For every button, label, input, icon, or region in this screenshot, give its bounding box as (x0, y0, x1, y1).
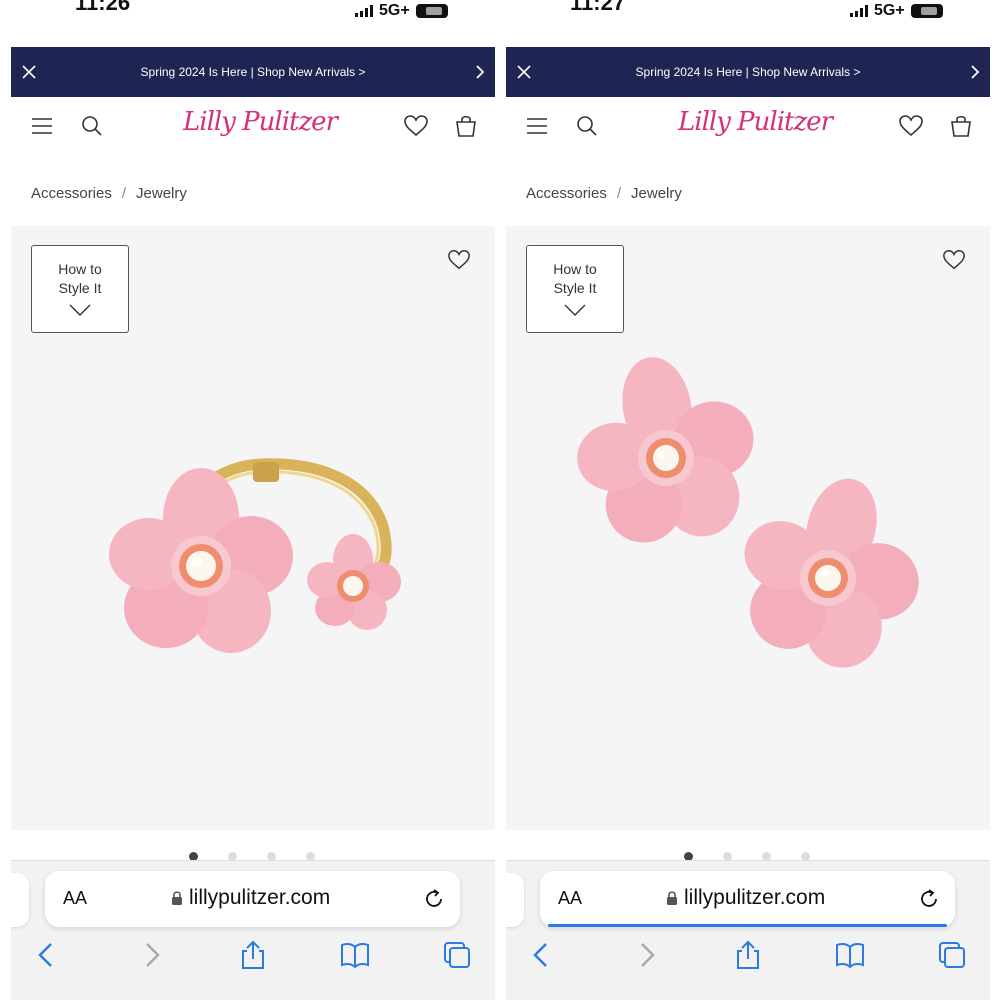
close-icon[interactable] (21, 64, 37, 80)
breadcrumb-jewelry[interactable]: Jewelry (136, 185, 187, 202)
forward-icon[interactable] (135, 939, 167, 971)
tabs-icon[interactable] (441, 939, 473, 971)
phone-screen-left: 11:26 5G+ Spring 2024 Is Here | Shop New… (11, 0, 495, 1000)
bookmarks-icon[interactable] (834, 939, 866, 971)
menu-icon[interactable] (29, 113, 55, 139)
product-gallery[interactable]: How to Style It (506, 226, 990, 830)
battery-icon (910, 4, 943, 18)
status-indicators: 5G+ (355, 2, 448, 20)
address-bar[interactable]: AA lillypulitzer.com (540, 871, 955, 927)
status-time: 11:26 (75, 0, 131, 15)
back-icon[interactable] (31, 939, 63, 971)
browser-bar: AA lillypulitzer.com (11, 860, 495, 1000)
reload-icon[interactable] (422, 887, 446, 911)
style-label-line2: Style It (553, 280, 597, 296)
chevron-right-icon[interactable] (473, 64, 487, 80)
heart-icon[interactable] (403, 113, 429, 139)
status-indicators: 5G+ (850, 2, 943, 20)
site-header: Lilly Pulitzer (11, 97, 495, 157)
promo-text[interactable]: Spring 2024 Is Here | Shop New Arrivals … (141, 65, 366, 79)
browser-toolbar (506, 939, 990, 979)
url-text[interactable]: lillypulitzer.com (189, 886, 330, 910)
breadcrumb: Accessories / Jewelry (526, 185, 682, 202)
site-header: Lilly Pulitzer (506, 97, 990, 157)
how-to-style-button[interactable]: How to Style It (31, 245, 129, 333)
share-icon[interactable] (732, 939, 764, 971)
forward-icon[interactable] (630, 939, 662, 971)
style-label-line2: Style It (58, 280, 102, 296)
lock-icon (667, 891, 677, 905)
network-label: 5G+ (874, 2, 905, 19)
bag-icon[interactable] (948, 113, 974, 139)
breadcrumb-separator: / (616, 185, 622, 202)
phone-screen-right: 11:27 5G+ Spring 2024 Is Here | Shop New… (506, 0, 990, 1000)
browser-bar: AA lillypulitzer.com (506, 860, 990, 1000)
signal-icon (850, 5, 868, 17)
browser-toolbar (11, 939, 495, 979)
breadcrumb-jewelry[interactable]: Jewelry (631, 185, 682, 202)
product-gallery[interactable]: How to Style It (11, 226, 495, 830)
url-display[interactable]: lillypulitzer.com (666, 886, 825, 910)
status-time: 11:27 (570, 0, 626, 15)
promo-banner[interactable]: Spring 2024 Is Here | Shop New Arrivals … (506, 47, 990, 97)
previous-tab-stub[interactable] (11, 873, 29, 927)
chevron-down-icon (69, 304, 91, 316)
search-icon[interactable] (574, 113, 600, 139)
url-display[interactable]: lillypulitzer.com (171, 886, 330, 910)
close-icon[interactable] (516, 64, 532, 80)
reader-options-button[interactable]: AA (558, 888, 582, 909)
style-label-line1: How to (553, 261, 597, 277)
tabs-icon[interactable] (936, 939, 968, 971)
promo-banner[interactable]: Spring 2024 Is Here | Shop New Arrivals … (11, 47, 495, 97)
lock-icon (172, 891, 182, 905)
breadcrumb: Accessories / Jewelry (31, 185, 187, 202)
reload-icon[interactable] (917, 887, 941, 911)
reader-options-button[interactable]: AA (63, 888, 87, 909)
heart-icon[interactable] (898, 113, 924, 139)
search-icon[interactable] (79, 113, 105, 139)
signal-icon (355, 5, 373, 17)
breadcrumb-separator: / (121, 185, 127, 202)
style-label-line1: How to (58, 261, 102, 277)
breadcrumb-accessories[interactable]: Accessories (526, 185, 607, 202)
chevron-down-icon (564, 304, 586, 316)
bookmarks-icon[interactable] (339, 939, 371, 971)
bag-icon[interactable] (453, 113, 479, 139)
menu-icon[interactable] (524, 113, 550, 139)
breadcrumb-accessories[interactable]: Accessories (31, 185, 112, 202)
url-text[interactable]: lillypulitzer.com (684, 886, 825, 910)
network-label: 5G+ (379, 2, 410, 19)
promo-text[interactable]: Spring 2024 Is Here | Shop New Arrivals … (636, 65, 861, 79)
wishlist-heart-icon[interactable] (447, 248, 471, 272)
how-to-style-button[interactable]: How to Style It (526, 245, 624, 333)
battery-icon (415, 4, 448, 18)
share-icon[interactable] (237, 939, 269, 971)
address-bar[interactable]: AA lillypulitzer.com (45, 871, 460, 927)
chevron-right-icon[interactable] (968, 64, 982, 80)
brand-logo[interactable]: Lilly Pulitzer (678, 107, 833, 137)
brand-logo[interactable]: Lilly Pulitzer (183, 107, 338, 137)
wishlist-heart-icon[interactable] (942, 248, 966, 272)
back-icon[interactable] (526, 939, 558, 971)
previous-tab-stub[interactable] (506, 873, 524, 927)
